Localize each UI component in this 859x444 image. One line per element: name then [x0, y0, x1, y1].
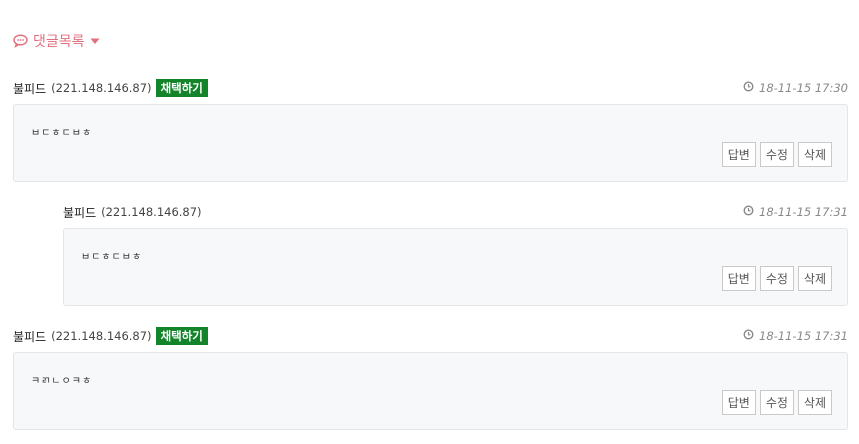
comment-header: 불피드 (221.148.146.87) 채택하기 18-11-15 17:31: [13, 326, 848, 346]
comment-header: 불피드 (221.148.146.87) 18-11-15 17:31: [63, 202, 848, 222]
comment-time: 18-11-15 17:31: [743, 202, 848, 222]
comment-body: ㅂㄷㅎㄷㅂㅎ 답변 수정 삭제: [63, 228, 848, 306]
comment-item: 불피드 (221.148.146.87) 채택하기 18-11-15 17:31…: [13, 326, 848, 430]
comment-text: ㅂㄷㅎㄷㅂㅎ: [81, 252, 143, 263]
comment-time-text: 18-11-15 17:31: [759, 329, 848, 343]
comment-author[interactable]: 불피드: [13, 328, 46, 345]
edit-button[interactable]: 수정: [759, 266, 794, 291]
comment-page: 댓글목록 불피드 (221.148.146.87) 채택하기 18-11-15 …: [0, 0, 859, 444]
comment-author[interactable]: 불피드: [63, 204, 96, 221]
comment-text: ㅋㄺㄴㅇㅋㅎ: [31, 376, 93, 387]
comment-ip: (221.148.146.87): [101, 205, 202, 219]
comment-list-toggle[interactable]: 댓글목록: [13, 31, 100, 51]
comment-ip: (221.148.146.87): [51, 329, 152, 343]
clock-icon: [743, 81, 754, 95]
adopt-button[interactable]: 채택하기: [155, 327, 208, 345]
edit-button[interactable]: 수정: [759, 390, 794, 415]
comment-list-title: 댓글목록: [33, 34, 85, 50]
comment-ip: (221.148.146.87): [51, 81, 152, 95]
reply-button[interactable]: 답변: [721, 266, 756, 291]
comment-actions: 답변 수정 삭제: [721, 142, 832, 167]
comment-author[interactable]: 불피드: [13, 80, 46, 97]
delete-button[interactable]: 삭제: [797, 390, 832, 415]
clock-icon: [743, 205, 754, 219]
edit-button[interactable]: 수정: [759, 142, 794, 167]
reply-button[interactable]: 답변: [721, 390, 756, 415]
caret-down-icon: [90, 38, 100, 45]
delete-button[interactable]: 삭제: [797, 266, 832, 291]
adopt-button[interactable]: 채택하기: [155, 79, 208, 97]
comment-time: 18-11-15 17:30: [743, 78, 848, 98]
comment-time-text: 18-11-15 17:30: [759, 81, 848, 95]
comment-time-text: 18-11-15 17:31: [759, 205, 848, 219]
speech-bubble-icon: [13, 34, 28, 48]
comment-reply-item: 불피드 (221.148.146.87) 18-11-15 17:31 ㅂㄷㅎㄷ…: [63, 202, 848, 306]
delete-button[interactable]: 삭제: [797, 142, 832, 167]
comment-actions: 답변 수정 삭제: [721, 266, 832, 291]
comment-text: ㅂㄷㅎㄷㅂㅎ: [31, 128, 93, 139]
comment-time: 18-11-15 17:31: [743, 326, 848, 346]
comment-header: 불피드 (221.148.146.87) 채택하기 18-11-15 17:30: [13, 78, 848, 98]
comment-item: 불피드 (221.148.146.87) 채택하기 18-11-15 17:30…: [13, 78, 848, 182]
comment-actions: 답변 수정 삭제: [721, 390, 832, 415]
reply-button[interactable]: 답변: [721, 142, 756, 167]
comment-body: ㅋㄺㄴㅇㅋㅎ 답변 수정 삭제: [13, 352, 848, 430]
clock-icon: [743, 329, 754, 343]
comment-body: ㅂㄷㅎㄷㅂㅎ 답변 수정 삭제: [13, 104, 848, 182]
